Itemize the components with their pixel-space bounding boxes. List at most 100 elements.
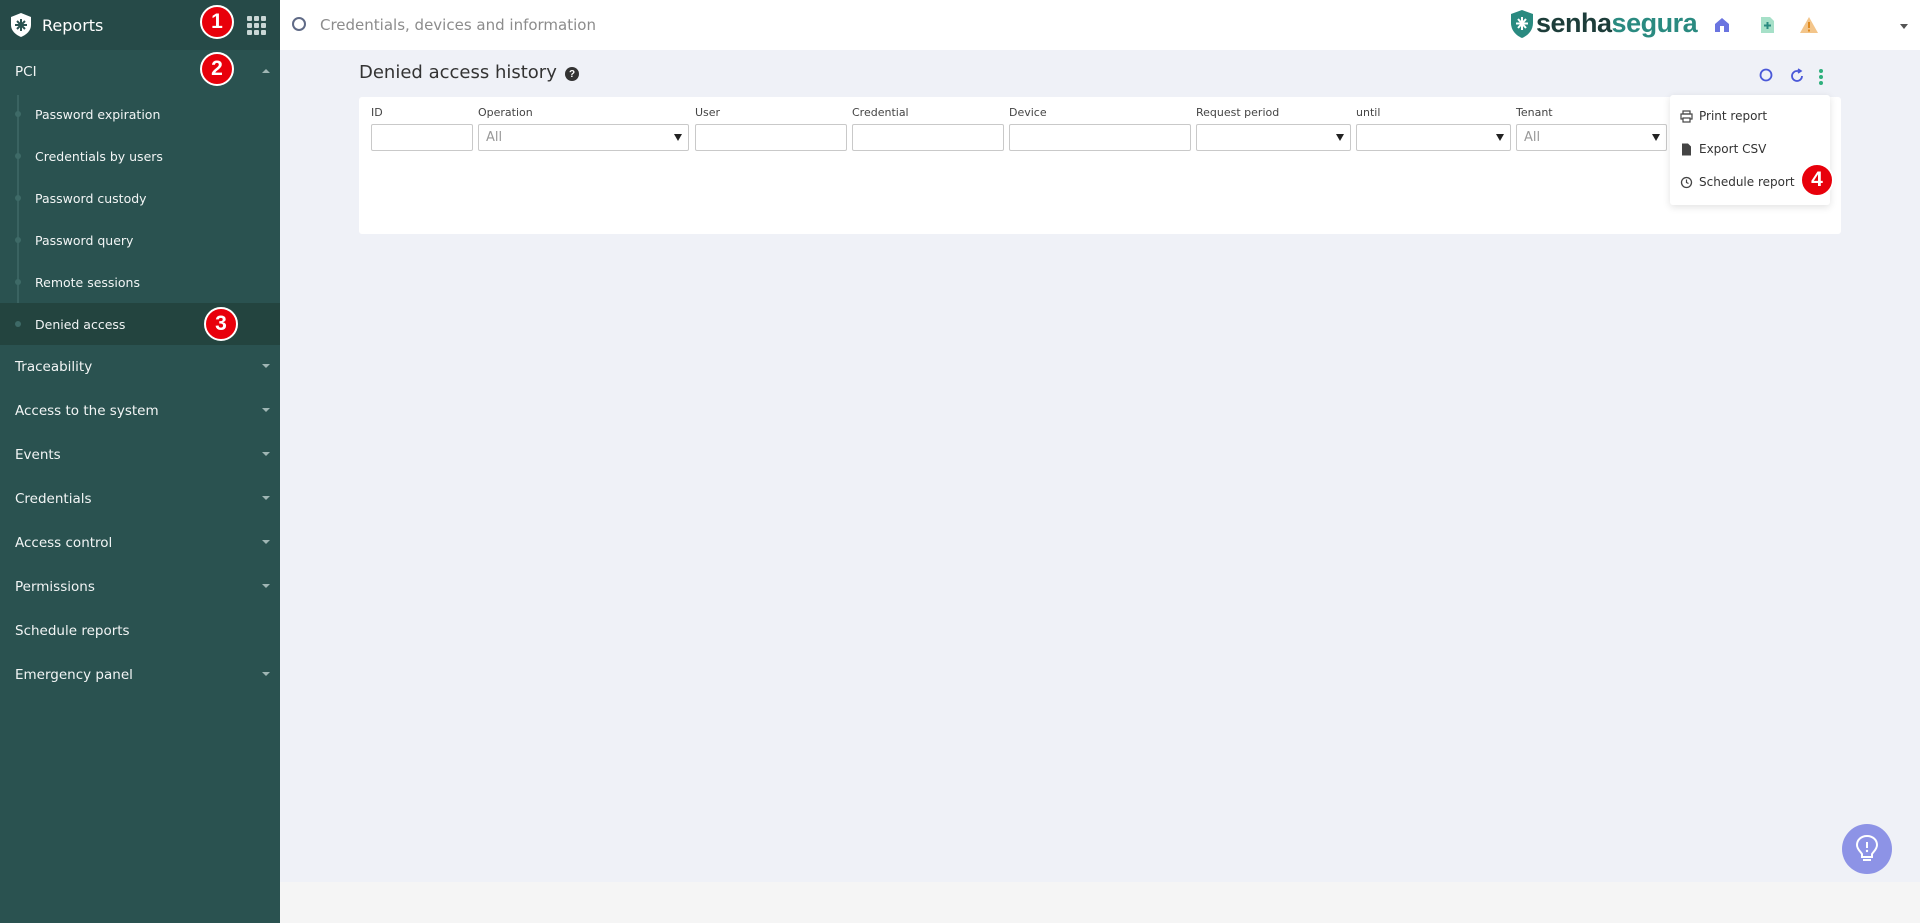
menu-item-label: Export CSV (1699, 142, 1767, 156)
id-field[interactable] (371, 124, 473, 151)
sidebar-section-label: Credentials (15, 491, 92, 507)
file-icon (1682, 143, 1691, 155)
bullet-icon (15, 237, 21, 243)
sidebar-item-password-expiration[interactable]: Password expiration (0, 93, 280, 135)
top-bar: senhasegura (280, 0, 1920, 50)
sidebar-section-permissions[interactable]: Permissions (0, 565, 280, 609)
sidebar-item-label: Password query (35, 232, 134, 248)
sidebar-section-label: Access to the system (15, 403, 159, 419)
filter-label-operation: Operation (478, 106, 533, 119)
tenant-select-value: All (1524, 130, 1541, 145)
credential-field[interactable] (852, 124, 1004, 151)
sidebar-section-access-control[interactable]: Access control (0, 521, 280, 565)
filter-label-until: until (1356, 106, 1381, 119)
chevron-down-icon (262, 672, 270, 676)
bullet-icon (15, 111, 21, 117)
sidebar-item-label: Password expiration (35, 106, 161, 122)
annotation-badge-3: 3 (204, 307, 238, 341)
filter-label-request-period: Request period (1196, 106, 1280, 119)
bullet-icon (15, 195, 21, 201)
schedule-report-menu-item[interactable]: Schedule report (1680, 172, 1795, 192)
brand-text-part1: senha (1536, 8, 1612, 38)
chevron-down-icon (262, 408, 270, 412)
user-field[interactable] (695, 124, 847, 151)
sidebar-item-denied-access[interactable]: Denied access (0, 303, 280, 345)
sidebar: Reports PCI Password expiration Credenti… (0, 0, 280, 923)
sidebar-item-password-custody[interactable]: Password custody (0, 177, 280, 219)
dropdown-arrow-icon (1496, 134, 1504, 141)
until-select[interactable] (1356, 124, 1511, 151)
bullet-icon (15, 279, 21, 285)
sidebar-item-label: Credentials by users (35, 148, 163, 164)
chevron-up-icon (262, 69, 270, 73)
footer-strip (280, 882, 1920, 923)
apps-grid-icon[interactable] (247, 16, 267, 35)
device-field[interactable] (1009, 124, 1191, 151)
chevron-down-icon (262, 496, 270, 500)
sidebar-section-access-to-the-system[interactable]: Access to the system (0, 389, 280, 433)
warning-icon[interactable] (1799, 15, 1819, 35)
filter-label-tenant: Tenant (1516, 106, 1553, 119)
clock-icon (1680, 176, 1693, 188)
operation-select[interactable]: All (478, 124, 689, 151)
tips-button[interactable] (1842, 824, 1892, 874)
sidebar-item-label: Remote sessions (35, 274, 140, 290)
search-circle-icon[interactable] (1759, 68, 1773, 82)
dropdown-arrow-icon (674, 134, 682, 141)
add-document-icon[interactable] (1757, 15, 1777, 35)
sidebar-item-password-query[interactable]: Password query (0, 219, 280, 261)
filter-label-device: Device (1009, 106, 1047, 119)
chevron-down-icon (262, 364, 270, 368)
request-period-select[interactable] (1196, 124, 1351, 151)
sidebar-section-label: Permissions (15, 579, 95, 595)
filter-label-credential: Credential (852, 106, 909, 119)
filter-label-user: User (695, 106, 721, 119)
print-report-menu-item[interactable]: Print report (1680, 106, 1767, 126)
brand-logo: senhasegura (1510, 8, 1698, 39)
refresh-icon[interactable] (1789, 68, 1805, 84)
dropdown-arrow-icon (1336, 134, 1344, 141)
more-vertical-icon[interactable] (1818, 68, 1824, 86)
annotation-badge-1: 1 (200, 5, 234, 39)
sidebar-section-label: Schedule reports (15, 623, 130, 639)
chevron-down-icon (262, 452, 270, 456)
sidebar-section-credentials[interactable]: Credentials (0, 477, 280, 521)
sidebar-section-traceability[interactable]: Traceability (0, 345, 280, 389)
brand-shield-icon (1511, 9, 1533, 38)
user-menu-chevron-icon[interactable] (1900, 24, 1908, 29)
dropdown-arrow-icon (1652, 134, 1660, 141)
sidebar-section-label: PCI (15, 64, 37, 80)
annotation-badge-2: 2 (200, 52, 234, 86)
search-input[interactable] (320, 12, 820, 38)
home-icon[interactable] (1712, 15, 1732, 35)
sidebar-title: Reports (42, 15, 104, 35)
sidebar-section-label: Traceability (15, 359, 93, 375)
annotation-badge-4: 4 (1800, 163, 1834, 197)
sidebar-item-label: Password custody (35, 190, 147, 206)
menu-item-label: Schedule report (1699, 175, 1795, 189)
menu-item-label: Print report (1699, 109, 1768, 123)
help-icon[interactable]: ? (565, 67, 579, 81)
bullet-icon (15, 153, 21, 159)
sidebar-section-emergency-panel[interactable]: Emergency panel (0, 653, 280, 697)
chevron-down-icon (262, 584, 270, 588)
export-csv-menu-item[interactable]: Export CSV (1680, 139, 1766, 159)
sidebar-section-schedule-reports[interactable]: Schedule reports (0, 609, 280, 653)
bullet-icon (15, 321, 21, 327)
sidebar-item-label: Denied access (35, 316, 126, 332)
sidebar-header: Reports (0, 0, 280, 50)
sidebar-item-remote-sessions[interactable]: Remote sessions (0, 261, 280, 303)
sidebar-section-label: Events (15, 447, 61, 463)
filter-label-id: ID (371, 106, 383, 119)
sidebar-section-label: Access control (15, 535, 113, 551)
brand-text-part2: segura (1611, 8, 1698, 38)
tenant-select[interactable]: All (1516, 124, 1667, 151)
filter-panel (359, 97, 1841, 234)
printer-icon (1680, 109, 1693, 123)
sidebar-item-credentials-by-users[interactable]: Credentials by users (0, 135, 280, 177)
sidebar-section-pci[interactable]: PCI (0, 50, 280, 94)
operation-select-value: All (486, 130, 503, 145)
chevron-down-icon (262, 540, 270, 544)
sidebar-section-label: Emergency panel (15, 667, 133, 683)
sidebar-section-events[interactable]: Events (0, 433, 280, 477)
